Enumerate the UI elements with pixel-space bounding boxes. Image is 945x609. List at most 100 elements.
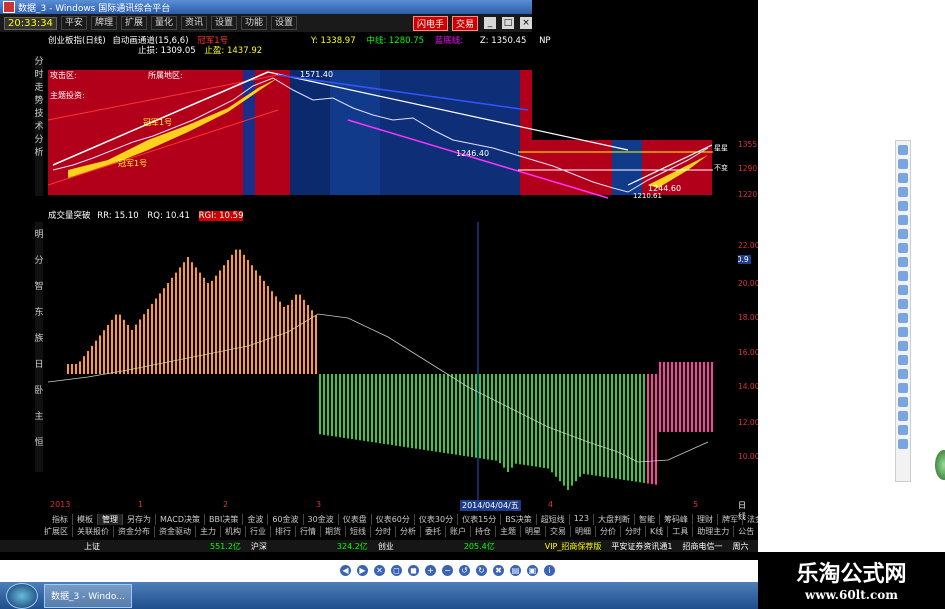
tab-item[interactable]: 理财 (693, 514, 718, 525)
tool-icon[interactable] (898, 327, 908, 337)
side-tab[interactable]: 恒 (35, 430, 44, 456)
tab-item[interactable]: 持仓 (471, 526, 496, 537)
minimize-button[interactable]: _ (484, 17, 496, 29)
tool-icon[interactable] (898, 173, 908, 183)
tab-item[interactable]: BBI决策 (205, 514, 244, 525)
sh-label[interactable]: 上证 (84, 541, 100, 552)
tool-icon[interactable] (898, 355, 908, 365)
tool-icon[interactable] (898, 215, 908, 225)
tab-item[interactable]: 主题 (496, 526, 521, 537)
tab-item[interactable]: 仪表60分 (372, 514, 415, 525)
tab-item[interactable]: 排行 (271, 526, 296, 537)
side-tab[interactable]: 分 (35, 56, 44, 69)
print-icon[interactable]: ▤ (510, 564, 521, 576)
tool-icon[interactable] (898, 257, 908, 267)
tab-item[interactable]: 明细 (571, 526, 596, 537)
tool-icon[interactable] (898, 383, 908, 393)
tab-item[interactable]: K线 (646, 526, 669, 537)
close-button[interactable]: × (520, 17, 532, 29)
news-4[interactable]: 周六 (732, 541, 748, 552)
tool-icon[interactable] (898, 425, 908, 435)
tab-item[interactable]: 60金波 (268, 514, 304, 525)
fullscreen-icon[interactable]: ◼ (408, 564, 419, 576)
tab-item[interactable]: 委托 (421, 526, 446, 537)
tab-item[interactable]: 短线 (346, 526, 371, 537)
tool-icon[interactable] (898, 145, 908, 155)
menu-item-ping-an[interactable]: 平安 (60, 16, 87, 30)
tab-item[interactable]: 主力 (196, 526, 221, 537)
tab-item[interactable]: 筹码峰 (660, 514, 693, 525)
fit-icon[interactable]: ✕ (374, 564, 385, 576)
tool-icon[interactable] (898, 313, 908, 323)
tab-item[interactable]: 资金分布 (114, 526, 155, 537)
tool-icon[interactable] (898, 341, 908, 351)
tab-item[interactable]: 机构 (221, 526, 246, 537)
tab-item[interactable]: 智能 (635, 514, 660, 525)
tab-item[interactable]: 另存为 (123, 514, 156, 525)
prev-icon[interactable]: ◀ (340, 564, 351, 576)
side-tab[interactable]: 分 (35, 134, 44, 147)
side-tab[interactable]: 势 (35, 95, 44, 108)
save-icon[interactable]: ▣ (527, 564, 538, 576)
volume-indicator-chart[interactable] (48, 222, 738, 500)
tab-item[interactable]: 资金驱动 (155, 526, 196, 537)
taskbar-app-button[interactable]: 数据_3 - Windo... (44, 583, 132, 608)
side-tab[interactable]: 技 (35, 108, 44, 121)
info-icon[interactable]: i (544, 564, 555, 576)
title-bar[interactable]: 数据_3 - Windows 国际通讯综合平台 (0, 0, 532, 14)
tool-icon[interactable] (898, 299, 908, 309)
side-tab[interactable]: 明 (35, 222, 44, 248)
tab-item[interactable]: 明星 (521, 526, 546, 537)
delete-icon[interactable]: ✖ (493, 564, 504, 576)
side-tab[interactable]: 族 (35, 326, 44, 352)
tab-item[interactable]: 法金图表 (743, 514, 758, 525)
rotate-right-icon[interactable]: ↻ (476, 564, 487, 576)
tab-item[interactable]: 期货 (321, 526, 346, 537)
side-tab[interactable]: 走 (35, 82, 44, 95)
news-2[interactable]: 平安证券资讯通1 (611, 541, 672, 552)
tool-icon[interactable] (898, 229, 908, 239)
news-3[interactable]: 招商电信一 (682, 541, 722, 552)
cy-label[interactable]: 创业 (378, 541, 394, 552)
tab-item[interactable]: 仪表盘 (339, 514, 372, 525)
tab-item[interactable]: 关联报价 (73, 526, 114, 537)
tab-item[interactable]: 管理 (98, 514, 123, 525)
flash-trade-button[interactable]: 闪电手 (412, 15, 448, 31)
tab-item[interactable]: 助理主力 (693, 526, 735, 537)
tab-item[interactable]: 超短线 (537, 514, 570, 525)
tab-item[interactable]: 牌军 (718, 514, 743, 525)
zoom-out-icon[interactable]: − (442, 564, 453, 576)
menu-item-kuo-zhan[interactable]: 扩展 (120, 16, 147, 30)
tab-item[interactable]: 分析 (396, 526, 421, 537)
tab-item[interactable]: BS决策 (501, 514, 537, 525)
tab-item[interactable]: 分时 (621, 526, 646, 537)
tab-item[interactable]: 30金波 (304, 514, 339, 525)
menu-item-zi-xun[interactable]: 资讯 (180, 16, 207, 30)
start-button[interactable] (6, 582, 38, 609)
side-tab[interactable]: 分 (35, 248, 44, 274)
tab-item[interactable]: 金波 (243, 514, 269, 525)
side-tab[interactable]: 主 (35, 404, 44, 430)
actual-size-icon[interactable]: ◻ (391, 564, 402, 576)
rotate-left-icon[interactable]: ↺ (459, 564, 470, 576)
tab-item[interactable]: 分时 (371, 526, 396, 537)
tool-icon[interactable] (898, 243, 908, 253)
side-tab[interactable]: 智 (35, 274, 44, 300)
tool-icon[interactable] (898, 369, 908, 379)
tab-item[interactable]: 指标 (48, 514, 73, 525)
tab-item[interactable]: 扩展区 (40, 526, 73, 537)
trade-button[interactable]: 交易 (451, 15, 478, 31)
tab-item[interactable]: 123 (570, 514, 594, 525)
price-chart[interactable]: 攻击区: 所属地区: 主题投资: 1571.40 1246.40 1244.60… (48, 70, 738, 200)
side-tab[interactable]: 东 (35, 300, 44, 326)
tab-item[interactable]: 工具 (668, 526, 694, 537)
side-tab[interactable]: 时 (35, 69, 44, 82)
menu-item-gong-neng[interactable]: 功能 (241, 16, 268, 30)
tool-icon[interactable] (898, 159, 908, 169)
tool-icon[interactable] (898, 439, 908, 449)
indicator-name-2[interactable]: 成交量突破 (48, 211, 91, 221)
tool-icon[interactable] (898, 187, 908, 197)
tab-item[interactable]: 仪表30分 (415, 514, 459, 525)
tool-icon[interactable] (898, 397, 908, 407)
side-tab[interactable]: 术 (35, 121, 44, 134)
